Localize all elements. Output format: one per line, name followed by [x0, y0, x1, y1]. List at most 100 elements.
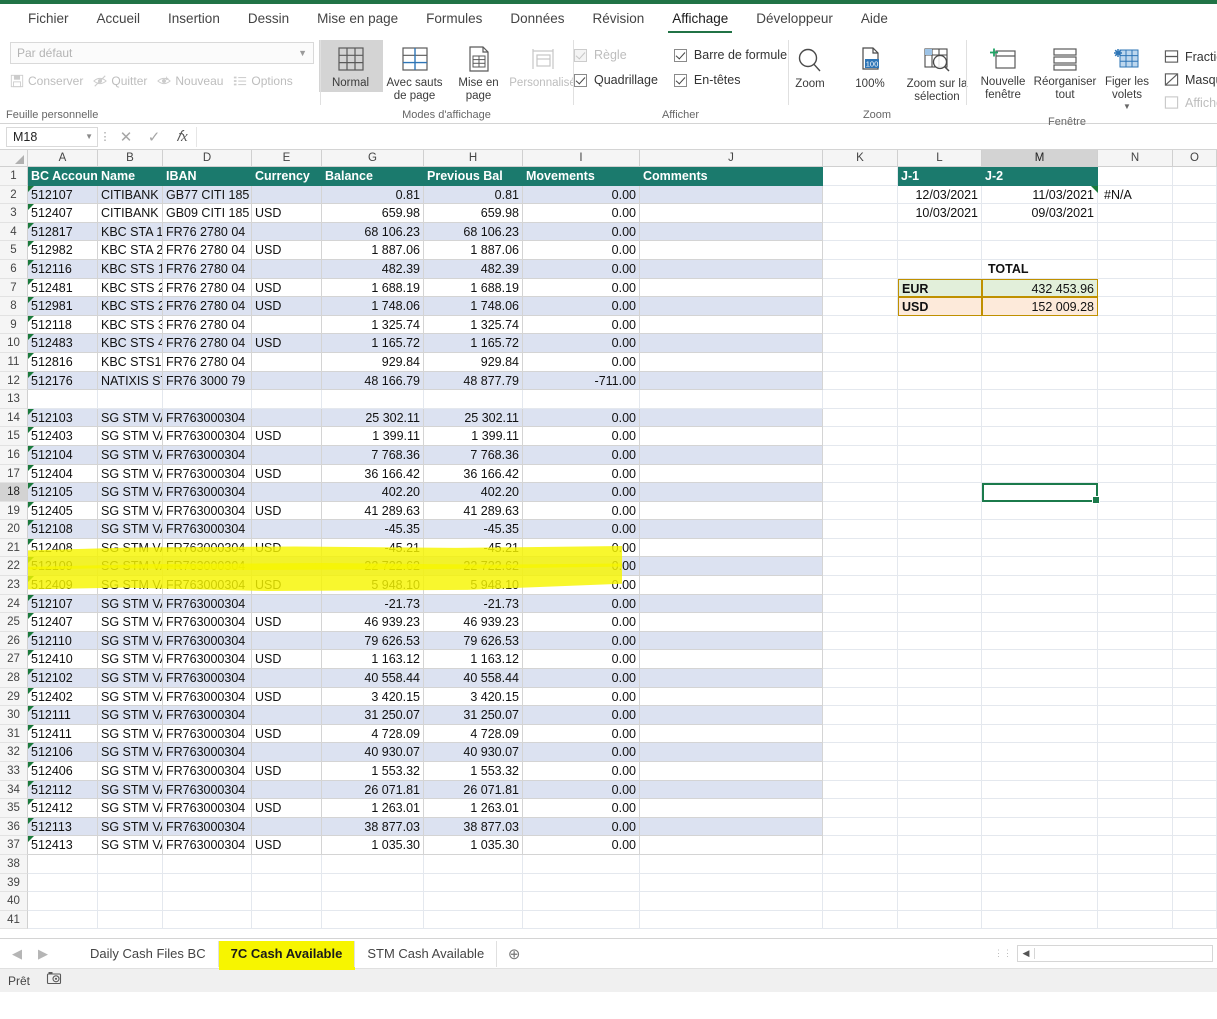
- checkbox-formula-bar-box[interactable]: [673, 48, 687, 62]
- cell-J12[interactable]: [640, 371, 823, 391]
- cell-D6[interactable]: FR76 2780 04: [163, 259, 252, 279]
- cell-N1[interactable]: [1098, 167, 1173, 186]
- cell-G27[interactable]: 1 163.12: [322, 650, 424, 670]
- cell-I29[interactable]: 0.00: [523, 687, 640, 707]
- cell-I34[interactable]: 0.00: [523, 780, 640, 800]
- cell-G12[interactable]: 48 166.79: [322, 371, 424, 391]
- cell-K13[interactable]: [823, 390, 898, 409]
- cell-M8[interactable]: 152 009.28: [982, 297, 1098, 316]
- cell-G30[interactable]: 31 250.07: [322, 706, 424, 725]
- cell-H29[interactable]: 3 420.15: [424, 687, 523, 707]
- cell-D26[interactable]: FR763000304: [163, 631, 252, 651]
- view-mode-page-break[interactable]: Avec sauts de page: [383, 40, 447, 105]
- row-header-14[interactable]: 14: [0, 408, 28, 428]
- zoom-button[interactable]: Zoom: [780, 40, 840, 93]
- cell-K40[interactable]: [823, 892, 898, 911]
- cell-L22[interactable]: [898, 557, 982, 577]
- split-button[interactable]: Fractionner: [1164, 49, 1217, 64]
- checkbox-headings[interactable]: En-têtes: [673, 73, 787, 87]
- cell-G25[interactable]: 46 939.23: [322, 613, 424, 632]
- cell-I36[interactable]: 0.00: [523, 817, 640, 837]
- cell-J22[interactable]: [640, 557, 823, 577]
- cell-L14[interactable]: [898, 408, 982, 428]
- confirm-icon[interactable]: ✓: [140, 128, 168, 146]
- cell-D33[interactable]: FR763000304: [163, 762, 252, 781]
- cell-G7[interactable]: 1 688.19: [322, 278, 424, 298]
- cell-I12[interactable]: -711.00: [523, 371, 640, 391]
- cell-N40[interactable]: [1098, 892, 1173, 911]
- cell-M31[interactable]: [982, 724, 1098, 744]
- cell-G20[interactable]: -45.35: [322, 520, 424, 539]
- cell-K26[interactable]: [823, 631, 898, 651]
- cell-B9[interactable]: KBC STS 3: [98, 315, 163, 335]
- column-title-A[interactable]: BC Account: [28, 167, 98, 186]
- cell-D37[interactable]: FR763000304: [163, 836, 252, 855]
- cell-M28[interactable]: [982, 669, 1098, 688]
- ribbon-tab-d-veloppeur[interactable]: Développeur: [742, 7, 847, 31]
- cell-B37[interactable]: SG STM VA: [98, 836, 163, 855]
- view-mode-page-layout[interactable]: Mise en page: [447, 40, 511, 105]
- cell-E23[interactable]: USD: [252, 576, 322, 595]
- cell-O19[interactable]: [1173, 501, 1217, 521]
- cell-I25[interactable]: 0.00: [523, 613, 640, 632]
- cell-O39[interactable]: [1173, 873, 1217, 893]
- cell-L36[interactable]: [898, 817, 982, 837]
- cell-K25[interactable]: [823, 613, 898, 632]
- cell-D40[interactable]: [163, 892, 252, 911]
- column-header-M[interactable]: M: [982, 150, 1098, 167]
- cell-M23[interactable]: [982, 576, 1098, 595]
- column-title-J[interactable]: Comments: [640, 167, 823, 186]
- cell-D4[interactable]: FR76 2780 04: [163, 222, 252, 242]
- row-header-8[interactable]: 8: [0, 297, 28, 316]
- cell-G15[interactable]: 1 399.11: [322, 427, 424, 446]
- cell-N38[interactable]: [1098, 854, 1173, 874]
- cell-L15[interactable]: [898, 427, 982, 446]
- ribbon-tab-r-vision[interactable]: Révision: [578, 7, 658, 31]
- arrange-all-button[interactable]: Réorganiser tout: [1034, 40, 1096, 104]
- column-header-E[interactable]: E: [252, 150, 322, 167]
- cell-O18[interactable]: [1173, 483, 1217, 502]
- cell-A28[interactable]: 512102: [28, 669, 98, 688]
- cell-N31[interactable]: [1098, 724, 1173, 744]
- cell-O8[interactable]: [1173, 297, 1217, 316]
- cell-E31[interactable]: USD: [252, 724, 322, 744]
- column-title-M[interactable]: J-2: [982, 167, 1098, 186]
- cell-N23[interactable]: [1098, 576, 1173, 595]
- cell-N15[interactable]: [1098, 427, 1173, 446]
- column-title-G[interactable]: Balance: [322, 167, 424, 186]
- cell-N5[interactable]: [1098, 241, 1173, 260]
- cell-L25[interactable]: [898, 613, 982, 632]
- column-header-K[interactable]: K: [823, 150, 898, 167]
- cell-L8[interactable]: USD: [898, 297, 982, 316]
- cell-M30[interactable]: [982, 706, 1098, 725]
- cell-D34[interactable]: FR763000304: [163, 780, 252, 800]
- cell-O21[interactable]: [1173, 538, 1217, 558]
- name-box[interactable]: M18 ▼: [6, 126, 98, 147]
- cell-D28[interactable]: FR763000304: [163, 669, 252, 688]
- cell-O37[interactable]: [1173, 836, 1217, 855]
- cell-J29[interactable]: [640, 687, 823, 707]
- cell-H3[interactable]: 659.98: [424, 204, 523, 223]
- row-header-31[interactable]: 31: [0, 724, 28, 744]
- cell-M9[interactable]: [982, 315, 1098, 335]
- cell-E14[interactable]: [252, 408, 322, 428]
- cell-D19[interactable]: FR763000304: [163, 501, 252, 521]
- cell-H32[interactable]: 40 930.07: [424, 743, 523, 762]
- cell-L32[interactable]: [898, 743, 982, 762]
- cell-A24[interactable]: 512107: [28, 594, 98, 614]
- cell-K32[interactable]: [823, 743, 898, 762]
- row-header-7[interactable]: 7: [0, 278, 28, 298]
- cell-E22[interactable]: [252, 557, 322, 577]
- row-header-21[interactable]: 21: [0, 538, 28, 558]
- cell-O30[interactable]: [1173, 706, 1217, 725]
- cell-N19[interactable]: [1098, 501, 1173, 521]
- row-header-28[interactable]: 28: [0, 669, 28, 688]
- cell-M24[interactable]: [982, 594, 1098, 614]
- checkbox-formula-bar[interactable]: Barre de formule: [673, 48, 787, 62]
- cell-O31[interactable]: [1173, 724, 1217, 744]
- cell-B11[interactable]: KBC STS16: [98, 352, 163, 372]
- cell-H5[interactable]: 1 887.06: [424, 241, 523, 260]
- cell-A32[interactable]: 512106: [28, 743, 98, 762]
- cell-N12[interactable]: [1098, 371, 1173, 391]
- cell-A23[interactable]: 512409: [28, 576, 98, 595]
